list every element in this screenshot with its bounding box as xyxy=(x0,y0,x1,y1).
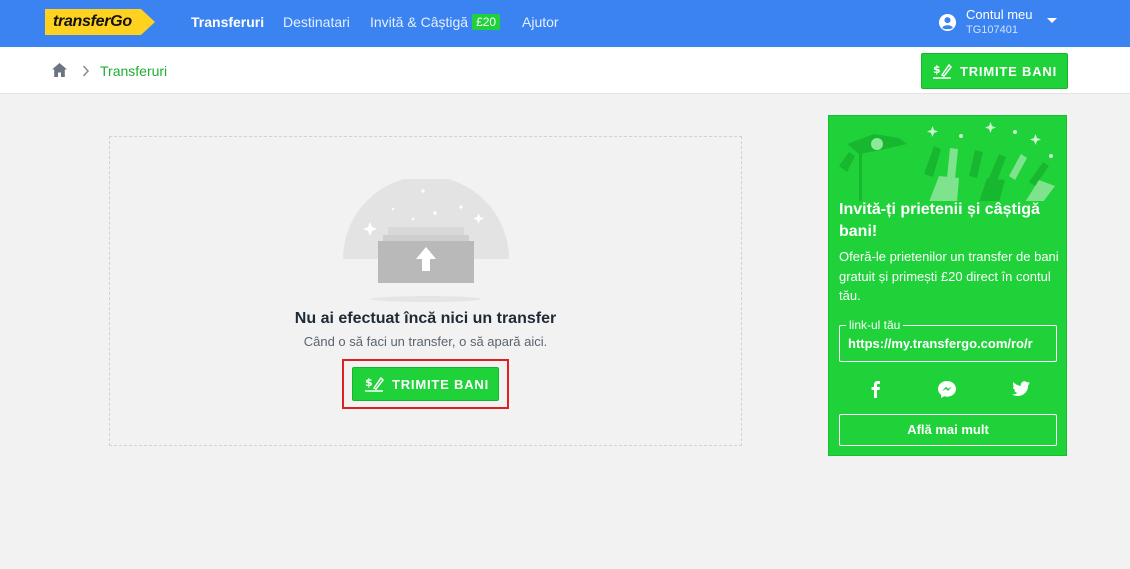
nav-transfers[interactable]: Transferuri xyxy=(191,14,264,30)
chevron-right-icon xyxy=(82,65,90,77)
referral-link-value[interactable]: https://my.transfergo.com/ro/r xyxy=(848,336,1052,351)
referral-link-field[interactable]: link-ul tău https://my.transfergo.com/ro… xyxy=(839,318,1057,362)
chevron-down-icon xyxy=(1047,18,1057,23)
empty-state-subtitle: Când o să faci un transfer, o să apară a… xyxy=(303,334,548,349)
svg-text:$: $ xyxy=(933,63,941,76)
empty-state-title: Nu ai efectuat încă nici un transfer xyxy=(294,310,557,327)
nav-help[interactable]: Ajutor xyxy=(522,14,559,30)
send-money-icon: $ xyxy=(365,376,384,392)
account-user-icon xyxy=(938,13,957,32)
breadcrumb-bar: Transferuri $ TRIMITE BANI xyxy=(0,47,1130,94)
top-navigation-bar: transferGo Transferuri Destinatari Invit… xyxy=(0,0,1130,47)
send-money-button-header[interactable]: $ TRIMITE BANI xyxy=(921,53,1068,89)
referral-link-label: link-ul tău xyxy=(846,318,904,332)
breadcrumb-current[interactable]: Transferuri xyxy=(100,63,167,79)
home-icon[interactable] xyxy=(52,63,67,77)
celebration-illustration xyxy=(839,122,1055,201)
nav-invite-label: Invită & Câștigă xyxy=(370,14,469,30)
nav-invite-earn[interactable]: Invită & Câștigă £20 xyxy=(370,14,501,31)
transfergo-logo[interactable]: transferGo xyxy=(45,9,155,35)
twitter-icon[interactable] xyxy=(1011,380,1031,398)
invite-friends-card: Invită-ți prietenii și câștigă bani! Ofe… xyxy=(828,115,1067,456)
send-money-label: TRIMITE BANI xyxy=(392,377,489,392)
nav-recipients[interactable]: Destinatari xyxy=(283,14,350,30)
account-id: TG107401 xyxy=(966,24,1018,36)
send-money-icon: $ xyxy=(933,63,952,79)
invite-reward-badge: £20 xyxy=(472,14,501,30)
svg-text:$: $ xyxy=(365,376,373,389)
account-menu[interactable]: Contul meu TG107401 xyxy=(938,6,1068,40)
account-name: Contul meu xyxy=(966,7,1033,22)
learn-more-button[interactable]: Află mai mult xyxy=(839,414,1057,446)
logo-text: transferGo xyxy=(53,13,132,30)
messenger-icon[interactable] xyxy=(937,380,957,398)
send-money-label: TRIMITE BANI xyxy=(960,64,1057,79)
send-money-button[interactable]: $ TRIMITE BANI xyxy=(352,367,499,401)
facebook-icon[interactable] xyxy=(866,380,886,398)
promo-description: Oferă-le prietenilor un transfer de bani… xyxy=(839,249,1059,303)
promo-title: Invită-ți prietenii și câștigă bani! xyxy=(839,201,1040,240)
empty-transfers-illustration xyxy=(343,179,509,302)
